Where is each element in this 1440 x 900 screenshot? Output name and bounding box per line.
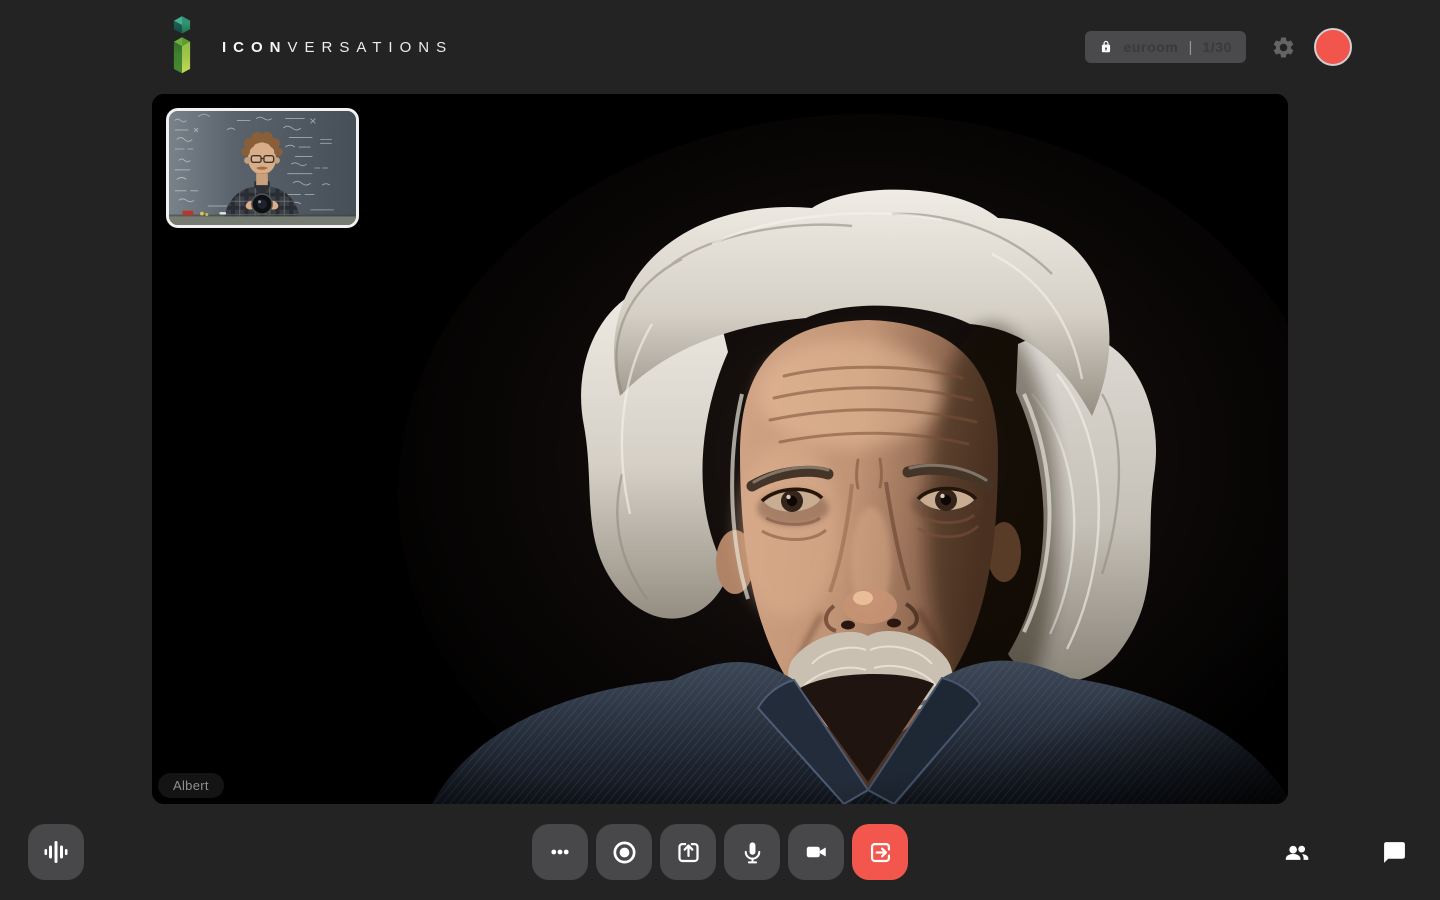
record-button[interactable] [596, 824, 652, 880]
app-logo-icon [173, 16, 191, 74]
audio-levels-button[interactable] [28, 824, 84, 880]
app-root: { "brand": { "name_bold": "ICON", "name_… [0, 0, 1440, 900]
record-circle-icon [612, 840, 636, 864]
brand-name: ICONVERSATIONS [222, 39, 453, 56]
user-avatar[interactable] [1314, 28, 1352, 66]
people-icon [1285, 845, 1308, 860]
room-name: euroom [1123, 39, 1179, 55]
graphic-eq-icon [44, 841, 68, 863]
exit-icon [870, 842, 890, 862]
video-stage[interactable]: Albert [152, 94, 1288, 804]
call-controls-group [532, 824, 908, 880]
brand-name-light: VERSATIONS [287, 38, 454, 56]
room-code-field[interactable]: euroom | 1/30 [1085, 31, 1246, 63]
present-arrow-icon [677, 842, 699, 862]
chat-bubble-icon [1383, 841, 1405, 863]
room-divider: | [1188, 38, 1193, 56]
more-options-button[interactable] [532, 824, 588, 880]
settings-button[interactable] [1270, 34, 1296, 60]
self-view-image [169, 111, 356, 225]
self-view-video[interactable] [166, 108, 359, 228]
control-bar [0, 824, 1440, 880]
ellipsis-icon [551, 849, 569, 855]
brand-name-bold: ICON [222, 38, 288, 56]
lock-icon [1102, 40, 1111, 53]
participants-button[interactable] [1282, 838, 1310, 866]
side-panels-group [1282, 824, 1408, 880]
share-screen-button[interactable] [660, 824, 716, 880]
videocam-icon [806, 846, 826, 858]
microphone-button[interactable] [724, 824, 780, 880]
chat-button[interactable] [1380, 838, 1408, 866]
brand: ICONVERSATIONS [168, 13, 453, 81]
leave-call-button[interactable] [852, 824, 908, 880]
camera-button[interactable] [788, 824, 844, 880]
gear-icon [1273, 36, 1293, 57]
header-actions: euroom | 1/30 [1085, 28, 1352, 66]
top-bar: ICONVERSATIONS euroom | 1/30 [0, 0, 1440, 94]
room-capacity: 1/30 [1202, 39, 1232, 55]
participant-name-tag: Albert [158, 773, 224, 798]
mic-icon [744, 841, 760, 863]
